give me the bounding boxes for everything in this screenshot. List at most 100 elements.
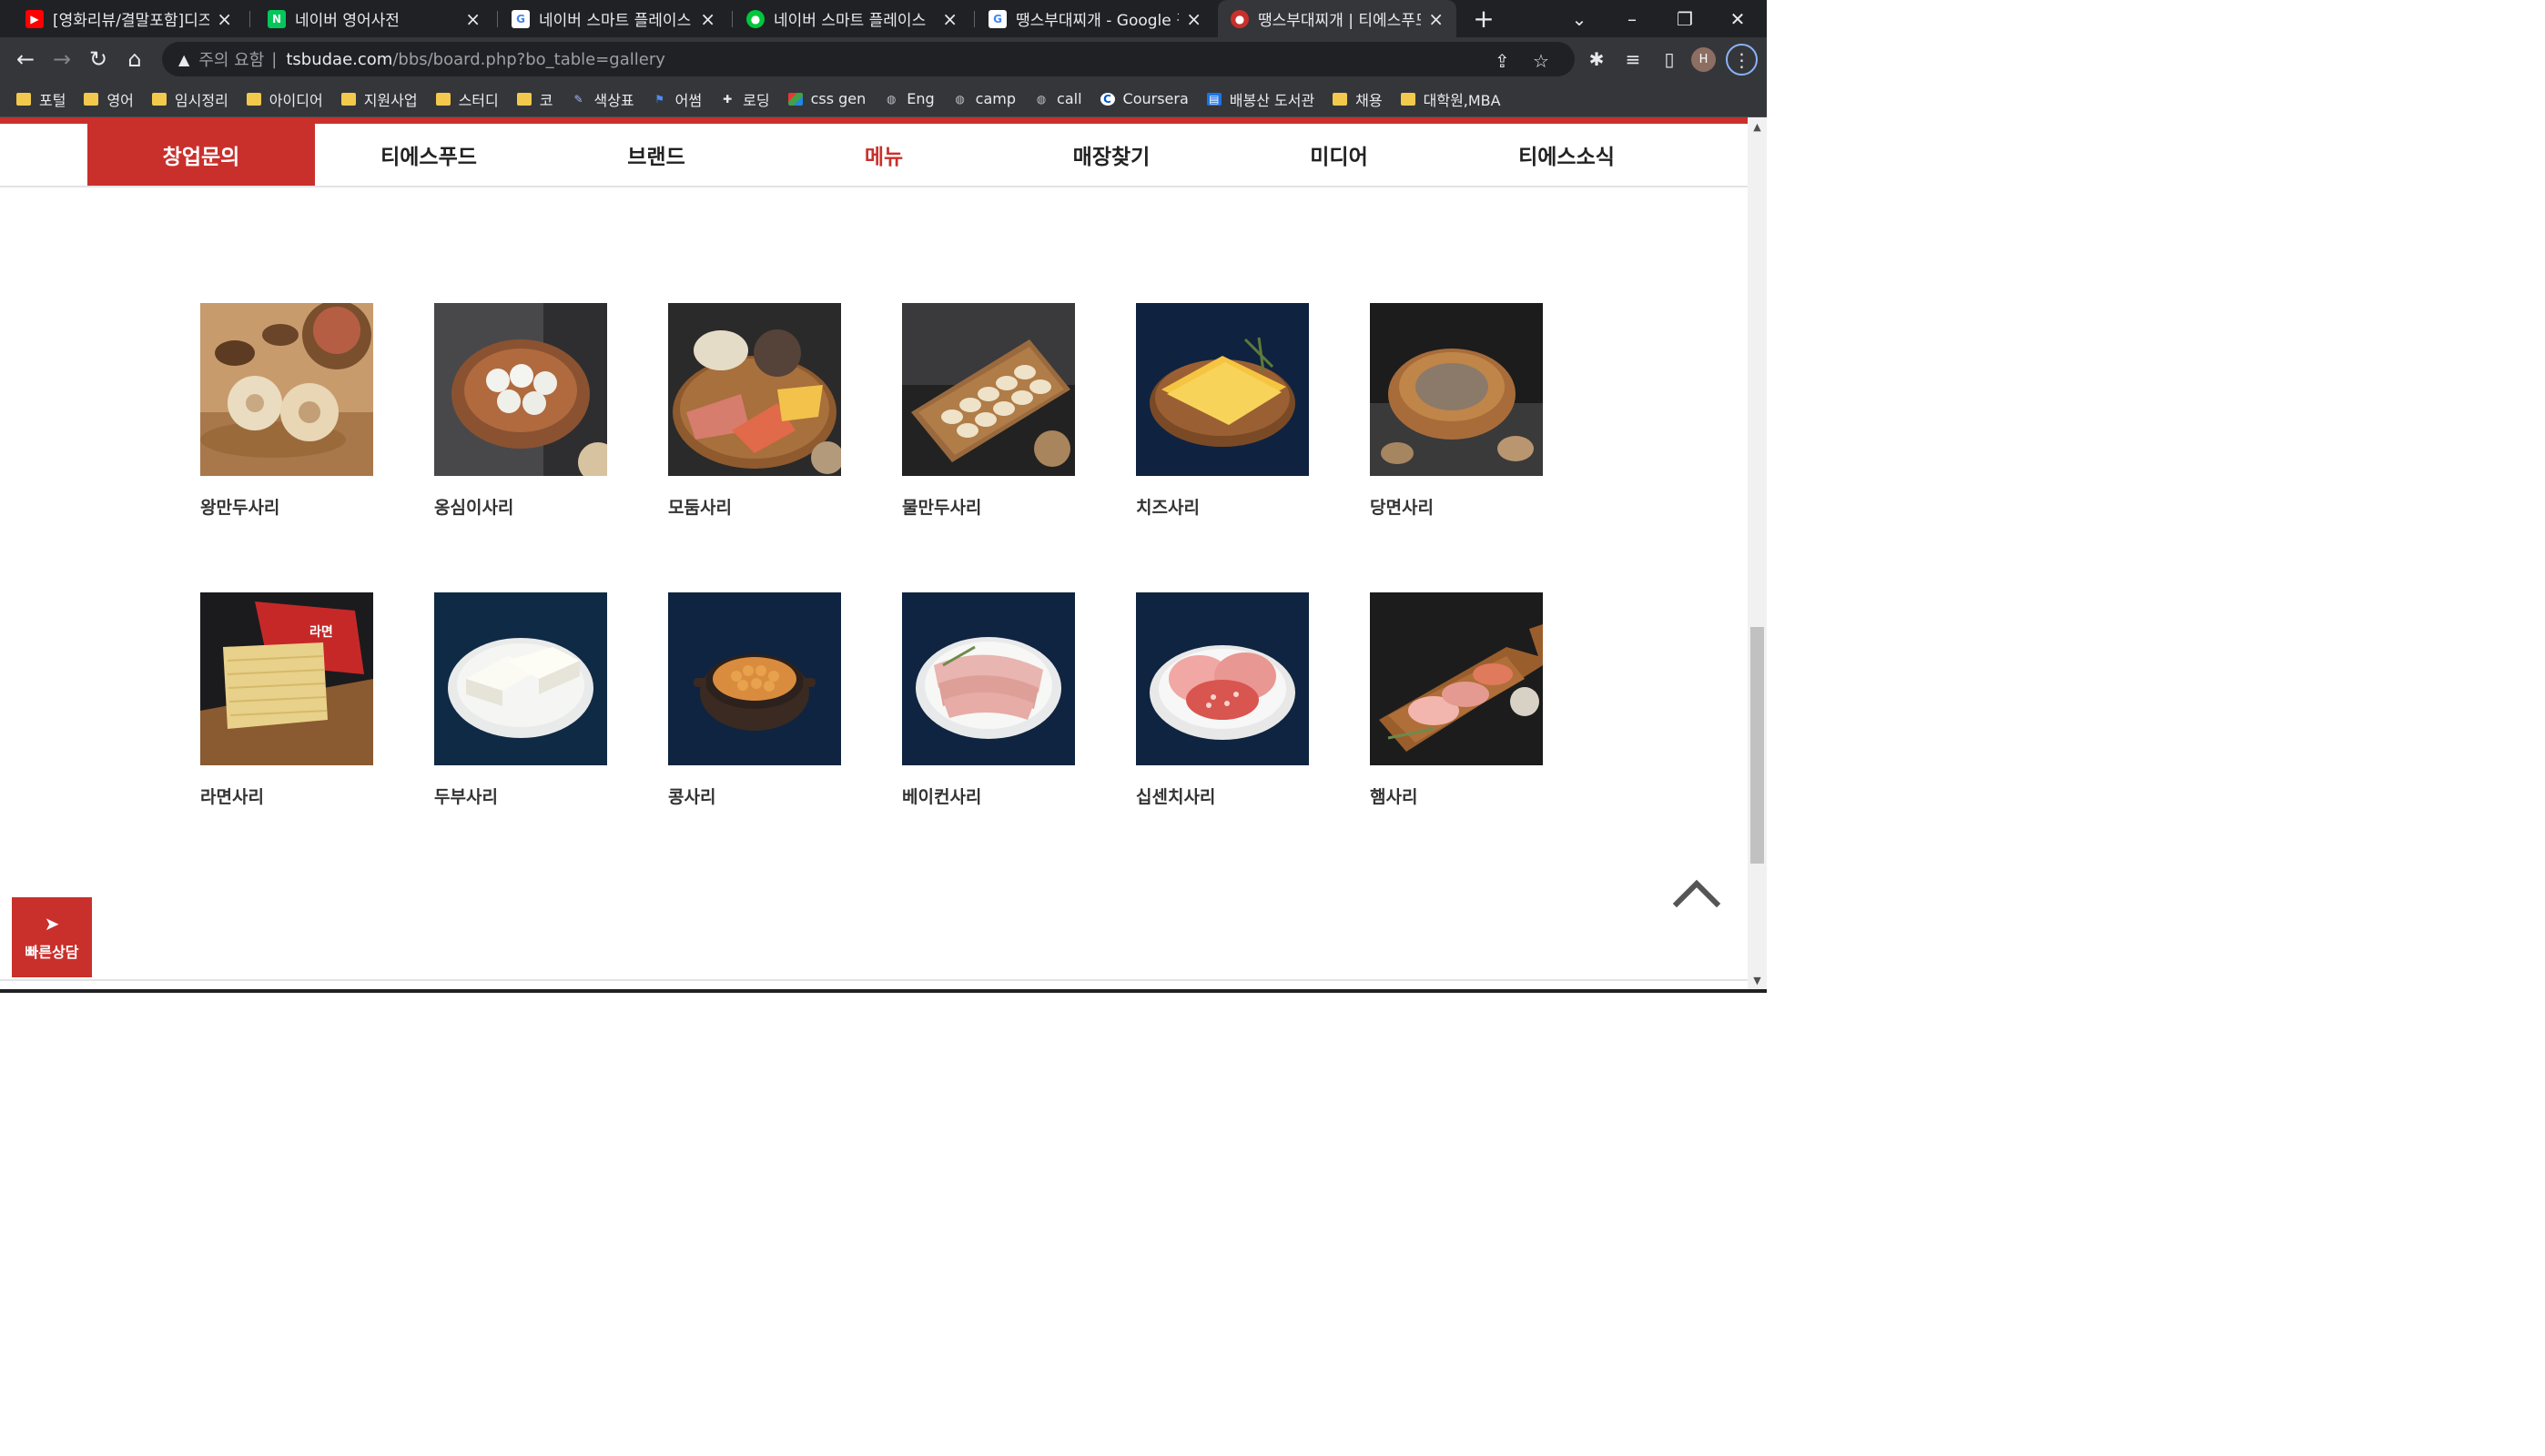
minimize-button[interactable]: –	[1607, 0, 1658, 37]
menu-card-water-dumpling[interactable]: 물만두사리	[902, 303, 1075, 518]
window-close-button[interactable]: ✕	[1712, 0, 1763, 37]
tab-google-search[interactable]: G 땡스부대찌개 - Google 검 ×	[976, 0, 1214, 37]
menu-card-ham[interactable]: 햄사리	[1370, 592, 1543, 807]
menu-item-name[interactable]: 물만두사리	[902, 494, 981, 519]
ten-cm-ham-photo[interactable]	[1136, 592, 1309, 765]
globe-icon: ◍	[955, 92, 965, 106]
menu-item-name[interactable]: 베이컨사리	[902, 784, 981, 808]
back-button[interactable]: ←	[9, 43, 42, 76]
profile-avatar[interactable]: H	[1691, 47, 1716, 72]
side-panel-icon[interactable]: ▯	[1653, 43, 1686, 76]
scrollbar-thumb[interactable]	[1750, 627, 1764, 864]
menu-item-name[interactable]: 콩사리	[668, 784, 715, 808]
nav-brand[interactable]: 브랜드	[542, 124, 770, 186]
tab-smart-place-google[interactable]: G 네이버 스마트 플레이스 - Go ×	[499, 0, 728, 37]
close-icon[interactable]: ×	[217, 8, 232, 30]
glass-noodle-photo[interactable]	[1370, 303, 1543, 476]
bookmark-link[interactable]: css gen	[787, 90, 866, 107]
menu-item-name[interactable]: 왕만두사리	[200, 494, 279, 519]
bookmark-folder[interactable]: 영어	[84, 88, 134, 110]
home-button[interactable]: ⌂	[118, 43, 151, 76]
menu-item-name[interactable]: 당면사리	[1370, 494, 1434, 519]
bookmark-folder[interactable]: 임시정리	[151, 88, 228, 110]
menu-item-name[interactable]: 옹심이사리	[434, 494, 513, 519]
quick-consult-button[interactable]: ➤ 빠른상담	[12, 897, 92, 977]
ongsimi-photo[interactable]	[434, 303, 618, 482]
bean-photo[interactable]	[668, 592, 841, 765]
menu-card-bacon[interactable]: 베이컨사리	[902, 592, 1075, 807]
restore-button[interactable]: ❐	[1659, 0, 1710, 37]
menu-card-tofu[interactable]: 두부사리	[434, 592, 607, 807]
bookmark-link[interactable]: ✚ 로딩	[720, 88, 769, 110]
menu-card-ongsimi[interactable]: 옹심이사리	[434, 303, 618, 518]
bookmark-link[interactable]: C Coursera	[1100, 90, 1189, 107]
water-dumpling-photo[interactable]	[902, 303, 1075, 476]
css-icon	[787, 92, 803, 106]
nav-tsfood[interactable]: 티에스푸드	[315, 124, 542, 186]
menu-item-name[interactable]: 두부사리	[434, 784, 498, 808]
menu-item-name[interactable]: 라면사리	[200, 784, 264, 808]
tofu-photo[interactable]	[434, 592, 607, 765]
bookmark-star-icon[interactable]: ☆	[1533, 50, 1549, 72]
bookmark-folder[interactable]: 코	[516, 88, 553, 110]
ramen-photo[interactable]: 라면	[200, 592, 373, 765]
bookmark-folder[interactable]: 스터디	[435, 88, 499, 110]
menu-card-glass-noodle[interactable]: 당면사리	[1370, 303, 1543, 518]
close-icon[interactable]: ×	[700, 8, 715, 30]
bookmark-folder[interactable]: 채용	[1333, 88, 1383, 110]
bookmark-folder[interactable]: 포털	[16, 88, 66, 110]
menu-item-name[interactable]: 햄사리	[1370, 784, 1417, 808]
tab-search-chevron-icon[interactable]: ⌄	[1554, 0, 1605, 37]
king-dumpling-photo[interactable]	[200, 300, 373, 476]
address-bar[interactable]: ▲ 주의 요함 | tsbudae.com /bbs/board.php?bo_…	[162, 42, 1575, 76]
menu-card-assorted[interactable]: 모둠사리	[668, 303, 844, 518]
menu-item-name[interactable]: 치즈사리	[1136, 494, 1200, 519]
browser-menu-button[interactable]: ⋮	[1726, 44, 1758, 76]
menu-item-name[interactable]: 십센치사리	[1136, 784, 1215, 808]
close-icon[interactable]: ×	[1428, 8, 1444, 30]
scroll-to-top-chevron-icon[interactable]	[1671, 875, 1722, 911]
close-icon[interactable]: ×	[942, 8, 958, 30]
share-icon[interactable]: ⇪	[1495, 50, 1510, 72]
cheese-photo[interactable]	[1136, 303, 1309, 476]
extensions-icon[interactable]: ✱	[1580, 43, 1613, 76]
bookmark-link[interactable]: ◍ camp	[953, 90, 1016, 107]
menu-item-name[interactable]: 모둠사리	[668, 494, 732, 519]
tab-smart-place[interactable]: ● 네이버 스마트 플레이스 ×	[734, 0, 970, 37]
bookmark-link[interactable]: ✎ 색상표	[571, 88, 634, 110]
bookmark-folder[interactable]: 아이디어	[246, 88, 323, 110]
bacon-photo[interactable]	[902, 592, 1075, 765]
close-icon[interactable]: ×	[465, 8, 481, 30]
tab-tsbudae[interactable]: ● 땡스부대찌개 | 티에스푸드 ×	[1218, 0, 1456, 37]
menu-card-cheese[interactable]: 치즈사리	[1136, 303, 1309, 518]
nav-store-finder[interactable]: 매장찾기	[998, 124, 1225, 186]
menu-card-ten-cm-ham[interactable]: 십센치사리	[1136, 592, 1309, 807]
bookmark-link[interactable]: ◍ Eng	[884, 90, 935, 107]
close-icon[interactable]: ×	[1186, 8, 1202, 30]
bookmark-folder[interactable]: 지원사업	[340, 88, 418, 110]
bookmark-link[interactable]: ▤ 배봉산 도서관	[1206, 88, 1314, 110]
assorted-photo[interactable]	[668, 303, 844, 476]
nav-media[interactable]: 미디어	[1225, 124, 1453, 186]
bookmark-link[interactable]: ⚑ 어썸	[653, 88, 702, 110]
menu-card-ramen[interactable]: 라면 라면사리	[200, 592, 373, 807]
tab-naver-dictionary[interactable]: N 네이버 영어사전 ×	[255, 0, 493, 37]
ham-photo[interactable]	[1370, 592, 1543, 765]
nav-menu[interactable]: 메뉴	[770, 124, 998, 186]
nav-ts-news[interactable]: 티에스소식	[1453, 124, 1680, 186]
new-tab-button[interactable]: +	[1467, 0, 1500, 37]
menu-card-bean[interactable]: 콩사리	[668, 592, 841, 807]
scroll-up-arrow-icon[interactable]: ▲	[1751, 121, 1763, 133]
url-path: /bbs/board.php?bo_table=gallery	[392, 49, 665, 69]
nav-startup-inquiry[interactable]: 창업문의	[87, 124, 315, 186]
bookmark-folder[interactable]: 대학원,MBA	[1400, 88, 1501, 110]
tab-movie-review[interactable]: ▶ [영화리뷰/결말포함]디즈니 ×	[13, 0, 245, 37]
scroll-down-arrow-icon[interactable]: ▼	[1751, 975, 1763, 986]
forward-button[interactable]: →	[46, 43, 78, 76]
reload-button[interactable]: ↻	[82, 43, 115, 76]
url-separator: |	[271, 49, 278, 69]
menu-card-king-dumpling[interactable]: 왕만두사리	[200, 300, 373, 518]
bookmark-link[interactable]: ◍ call	[1034, 90, 1082, 107]
media-control-icon[interactable]: ≡	[1617, 43, 1649, 76]
bookmark-label: 임시정리	[174, 91, 228, 109]
